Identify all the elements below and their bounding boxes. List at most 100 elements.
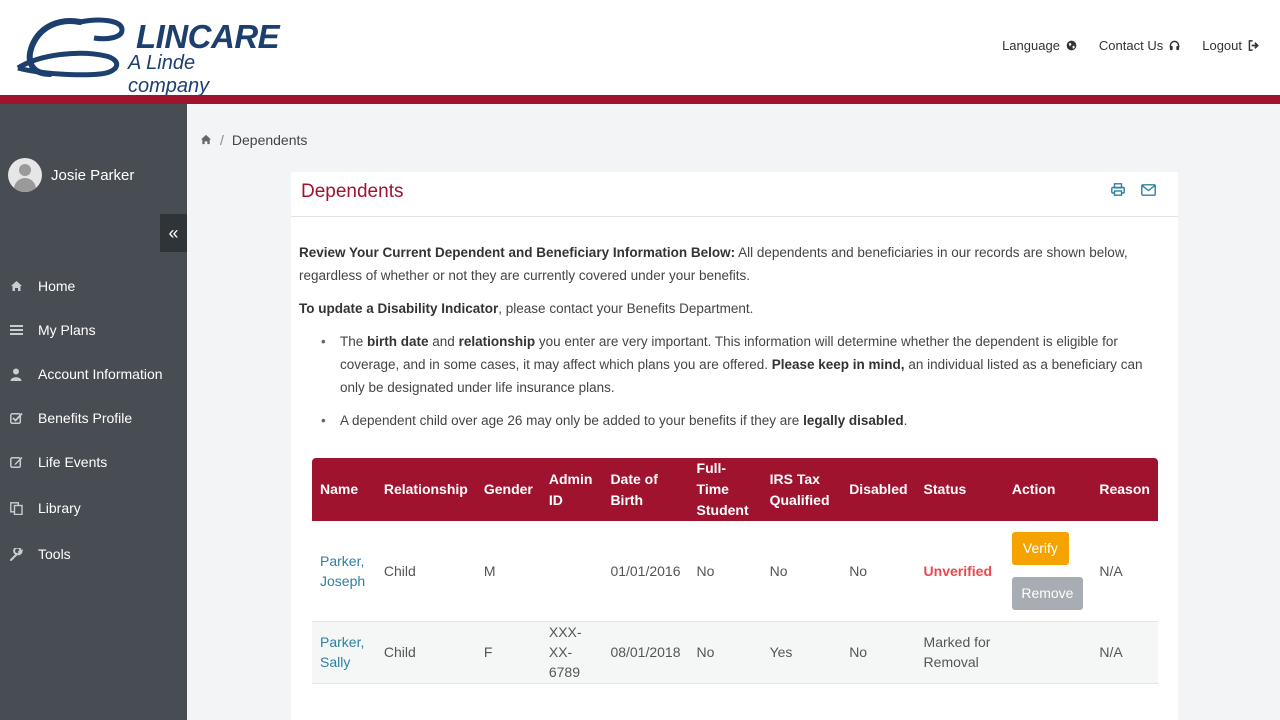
check-square-icon (10, 412, 38, 424)
table-header-row: Name Relationship Gender Admin ID Date of… (312, 458, 1158, 521)
irs-tax-qualified-cell: Yes (761, 621, 842, 684)
table-row: Parker, Sally Child F XXX-XX- 6789 08/01/2… (312, 621, 1158, 684)
print-icon[interactable] (1111, 183, 1125, 201)
intro-paragraph: Review Your Current Dependent and Benefi… (299, 241, 1170, 287)
page-title: Dependents (301, 181, 404, 202)
dependent-name-link[interactable]: Parker, Sally (312, 621, 376, 684)
breadcrumb-current: Dependents (231, 132, 308, 148)
brand-tagline: A Linde company (128, 52, 210, 97)
disability-text: , please contact your Benefits Departmen… (498, 301, 754, 316)
globe-icon (1066, 40, 1077, 51)
full-time-student-cell: No (688, 521, 762, 622)
col-full-time-student[interactable]: Full-Time Student (688, 458, 762, 521)
logout-label: Logout (1202, 38, 1242, 53)
info-bullets: The birth date and relationship you ente… (299, 330, 1170, 432)
brand-name: LINCARE (136, 18, 280, 55)
list-item: A dependent child over age 26 may only b… (321, 409, 1170, 432)
lincare-logo[interactable]: LINCARE A Linde company (10, 14, 280, 97)
breadcrumb: / Dependents (200, 132, 307, 148)
sidebar-item-label: Benefits Profile (38, 410, 133, 426)
action-cell: Verify Remove (1003, 521, 1092, 622)
contact-label: Contact Us (1098, 38, 1164, 53)
col-date-of-birth[interactable]: Date of Birth (602, 458, 689, 521)
sidebar-item-label: Library (38, 500, 81, 516)
sidebar-item-life-events[interactable]: Life Events (0, 440, 187, 484)
intro-heading: Review Your Current Dependent and Benefi… (299, 245, 736, 260)
sidebar-item-library[interactable]: Library (0, 484, 187, 532)
gender-cell: F (475, 621, 541, 684)
logout-link[interactable]: Logout (1202, 38, 1260, 53)
panel-header: Dependents (291, 172, 1178, 217)
sidebar-item-label: My Plans (38, 322, 96, 338)
remove-button[interactable]: Remove (1011, 576, 1083, 610)
col-gender[interactable]: Gender (475, 458, 541, 521)
language-link[interactable]: Language (1002, 38, 1077, 53)
dependent-name-link[interactable]: Parker, Joseph (312, 521, 376, 622)
reason-cell: N/A (1091, 621, 1158, 684)
sidebar-item-my-plans[interactable]: My Plans (0, 308, 187, 352)
user-icon (10, 368, 38, 381)
header-accent-bar (0, 95, 1280, 104)
disability-heading: To update a Disability Indicator (299, 301, 499, 316)
user-name: Josie Parker (51, 166, 135, 184)
sidebar-item-label: Home (38, 278, 76, 294)
sidebar-item-label: Life Events (38, 454, 108, 470)
sidebar-collapse-button[interactable]: « (160, 214, 187, 252)
disabled-cell: No (841, 521, 916, 622)
edit-icon (10, 456, 38, 468)
relationship-cell: Child (375, 521, 476, 622)
logo-swoosh-icon (16, 17, 125, 78)
contact-us-link[interactable]: Contact Us (1099, 38, 1180, 53)
col-admin-id[interactable]: Admin ID (540, 458, 603, 521)
avatar (8, 158, 42, 192)
table-row: Parker, Joseph Child M 01/01/2016 No No N… (312, 521, 1158, 622)
col-status[interactable]: Status (915, 458, 1004, 521)
headphones-icon (1169, 40, 1180, 51)
list-item: The birth date and relationship you ente… (321, 330, 1170, 399)
status-badge: Marked for Removal (915, 621, 1004, 684)
user-profile[interactable]: Josie Parker (8, 158, 134, 192)
dob-cell: 08/01/2018 (602, 621, 689, 684)
breadcrumb-separator: / (220, 132, 224, 148)
home-icon (10, 280, 38, 292)
status-badge: Unverified (915, 521, 1004, 622)
relationship-cell: Child (375, 621, 476, 684)
language-label: Language (1002, 38, 1060, 53)
home-breadcrumb-icon[interactable] (200, 132, 212, 148)
reason-cell: N/A (1091, 521, 1158, 622)
irs-tax-qualified-cell: No (761, 521, 842, 622)
sidebar-item-label: Account Information (38, 366, 163, 382)
sidebar-item-benefits-profile[interactable]: Benefits Profile (0, 396, 187, 440)
panel-actions (1111, 183, 1156, 201)
list-icon (10, 324, 38, 336)
sidebar: Josie Parker « Home My Plans Account Inf… (0, 104, 187, 720)
dependents-table: Name Relationship Gender Admin ID Date of… (312, 458, 1158, 684)
col-action: Action (1003, 458, 1092, 521)
sidebar-nav: Home My Plans Account Information Benefi… (0, 264, 187, 576)
wrench-icon (10, 547, 38, 561)
sidebar-item-label: Tools (38, 546, 71, 562)
dependents-panel: Dependents Review Your Current Dependent… (291, 172, 1178, 720)
disabled-cell: No (841, 621, 916, 684)
copy-icon (10, 501, 38, 515)
dob-cell: 01/01/2016 (602, 521, 689, 622)
admin-id-cell: XXX-XX- 6789 (540, 621, 603, 684)
gender-cell: M (475, 521, 541, 622)
sign-out-icon (1248, 40, 1259, 51)
disability-paragraph: To update a Disability Indicator, please… (299, 297, 1170, 320)
action-cell (1003, 621, 1092, 684)
panel-body: Review Your Current Dependent and Benefi… (291, 217, 1178, 432)
sidebar-item-account-information[interactable]: Account Information (0, 352, 187, 396)
email-icon[interactable] (1141, 183, 1156, 201)
col-reason[interactable]: Reason (1091, 458, 1158, 521)
top-header: LINCARE A Linde company Language Contact… (0, 0, 1280, 97)
col-relationship[interactable]: Relationship (375, 458, 476, 521)
col-name[interactable]: Name (312, 458, 376, 521)
sidebar-item-tools[interactable]: Tools (0, 532, 187, 576)
col-disabled[interactable]: Disabled (841, 458, 916, 521)
col-irs-tax-qualified[interactable]: IRS Tax Qualified (761, 458, 842, 521)
top-links: Language Contact Us Logout (1002, 38, 1260, 53)
full-time-student-cell: No (688, 621, 762, 684)
sidebar-item-home[interactable]: Home (0, 264, 187, 308)
verify-button[interactable]: Verify (1011, 531, 1069, 565)
